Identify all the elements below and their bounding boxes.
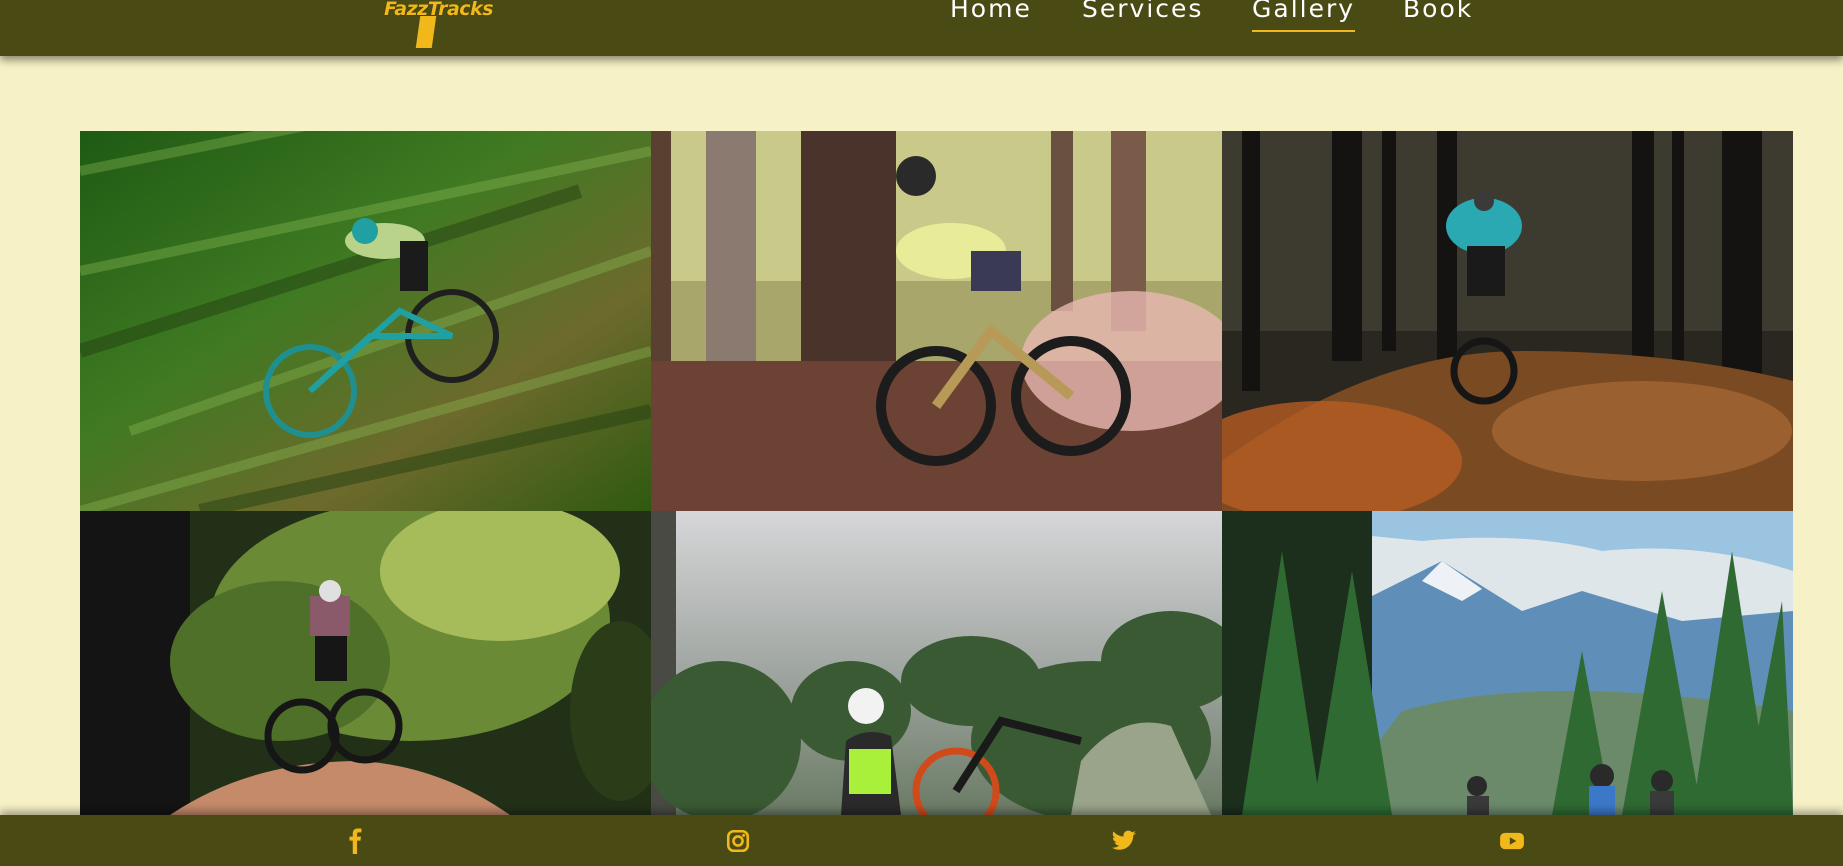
leafy-trail-photo	[651, 131, 1222, 511]
instagram-icon[interactable]	[725, 828, 751, 854]
gallery-photo[interactable]	[1222, 511, 1793, 815]
site-header: FazzTracks Home Services Gallery Book	[0, 0, 1843, 56]
logo-text: FazzTracks	[384, 0, 494, 20]
gallery-photo[interactable]	[1222, 131, 1793, 511]
facebook-icon[interactable]	[343, 828, 369, 854]
snowy-mountain-pines-photo	[1222, 511, 1793, 815]
site-logo[interactable]: FazzTracks	[384, 0, 504, 50]
gallery-photo[interactable]	[651, 511, 1222, 815]
nav-gallery[interactable]: Gallery	[1252, 0, 1356, 32]
youtube-icon[interactable]	[1499, 828, 1525, 854]
pine-forest-trail-photo	[1222, 131, 1793, 511]
nav-services[interactable]: Services	[1082, 0, 1203, 30]
photo-gallery	[80, 131, 1793, 815]
misty-hilltop-rest-photo	[651, 511, 1222, 815]
logo-mark	[415, 16, 437, 48]
nav-book[interactable]: Book	[1403, 0, 1473, 30]
gallery-photo[interactable]	[80, 131, 651, 511]
nav-home[interactable]: Home	[950, 0, 1032, 30]
twitter-icon[interactable]	[1111, 828, 1137, 854]
gallery-photo[interactable]	[651, 131, 1222, 511]
forest-jump-photo	[80, 131, 651, 511]
gallery-photo[interactable]	[80, 511, 651, 815]
dirt-mound-drop-photo	[80, 511, 651, 815]
site-footer	[0, 815, 1843, 866]
